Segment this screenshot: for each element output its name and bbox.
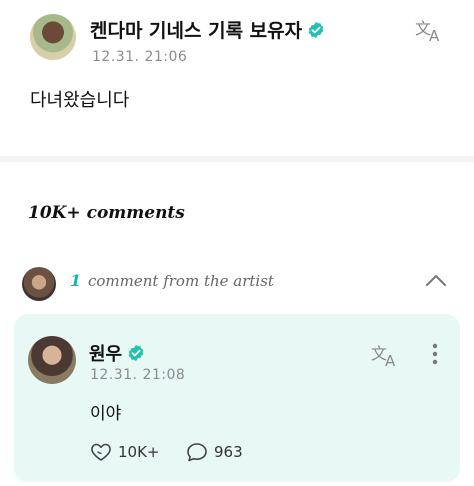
svg-text:A: A (385, 352, 396, 368)
more-vertical-icon[interactable] (430, 342, 440, 366)
verified-badge-icon (128, 344, 144, 362)
artist-comment-toggle[interactable]: 1 comment from the artist (0, 262, 474, 302)
artist-avatar (22, 267, 56, 301)
translate-icon[interactable]: 文 A (370, 342, 402, 368)
artist-comment-label: comment from the artist (88, 272, 274, 290)
post-author-label: 켄다마 기네스 기록 보유자 (90, 20, 303, 42)
chevron-up-icon[interactable] (424, 272, 448, 288)
comment-icon (187, 443, 207, 462)
post: 켄다마 기네스 기록 보유자 12.31. 21:06 文 A 다녀왔습니다 (0, 0, 474, 150)
heart-icon (91, 443, 111, 461)
like-count: 10K+ (118, 443, 160, 461)
post-author-avatar[interactable] (30, 14, 76, 60)
reply-author-avatar[interactable] (28, 336, 76, 384)
section-divider (0, 156, 474, 162)
reply-author-name[interactable]: 원우 (89, 340, 145, 366)
verified-badge-icon (308, 21, 324, 38)
artist-reply-card: 원우 12.31. 21:08 文 A 이야 10K+ 963 (14, 314, 460, 482)
svg-text:A: A (429, 27, 440, 43)
post-body-text: 다녀왔습니다 (30, 90, 130, 111)
artist-comment-count: 1 (70, 271, 82, 290)
reply-button[interactable]: 963 (186, 442, 243, 462)
reply-timestamp: 12.31. 21:08 (90, 367, 186, 383)
like-button[interactable]: 10K+ (90, 442, 160, 462)
translate-icon[interactable]: 文 A (414, 17, 446, 43)
post-author-name[interactable]: 켄다마 기네스 기록 보유자 (90, 16, 325, 43)
comments-count: 10K+ comments (28, 203, 185, 223)
reply-author-label: 원우 (89, 344, 123, 365)
reply-count: 963 (214, 443, 243, 461)
reply-body-text: 이야 (90, 404, 122, 424)
post-timestamp: 12.31. 21:06 (92, 49, 188, 65)
